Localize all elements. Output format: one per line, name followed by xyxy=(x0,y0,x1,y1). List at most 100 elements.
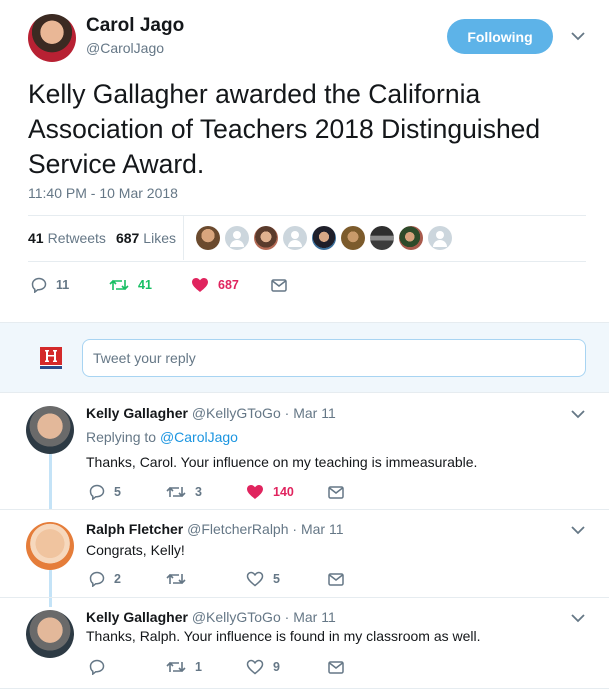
tweet-timestamp[interactable]: 11:40 PM - 10 Mar 2018 xyxy=(28,185,178,201)
reply-text: Thanks, Carol. Your influence on my teac… xyxy=(86,454,478,470)
reply-avatar[interactable] xyxy=(26,610,74,658)
message-action[interactable] xyxy=(328,660,353,674)
reply-action[interactable]: 2 xyxy=(89,571,166,587)
retweet-action[interactable]: 1 xyxy=(166,660,246,674)
retweet-action[interactable]: 3 xyxy=(166,485,246,499)
retweets-count: 41 xyxy=(28,230,44,246)
user-avatar[interactable] xyxy=(40,347,62,369)
like-count: 9 xyxy=(273,660,280,674)
reply-author-handle: @KellyGToGo xyxy=(191,609,281,625)
liker-avatar[interactable] xyxy=(225,226,249,250)
retweet-count: 3 xyxy=(195,485,202,499)
message-action[interactable] xyxy=(271,278,296,292)
replying-to-label: Replying to xyxy=(86,429,157,445)
reply-author-handle: @KellyGToGo xyxy=(191,405,281,421)
retweet-action[interactable]: 41 xyxy=(109,278,191,292)
liker-avatar[interactable] xyxy=(196,226,220,250)
retweets-stat[interactable]: 41 Retweets xyxy=(28,230,106,246)
stats-separator xyxy=(183,216,184,260)
chevron-down-icon[interactable] xyxy=(571,613,589,625)
message-action[interactable] xyxy=(328,572,353,586)
liker-avatar[interactable] xyxy=(399,226,423,250)
replying-to-link[interactable]: @CarolJago xyxy=(160,429,238,445)
like-action[interactable]: 5 xyxy=(246,571,328,587)
retweet-action[interactable] xyxy=(166,572,246,586)
chevron-down-icon[interactable] xyxy=(571,409,589,421)
reply-icon xyxy=(89,571,105,587)
retweet-icon xyxy=(166,573,186,585)
tweet-stats: 41 Retweets 687 Likes xyxy=(28,230,176,246)
liker-avatar[interactable] xyxy=(428,226,452,250)
logo-icon xyxy=(40,347,62,369)
reply-author[interactable]: Kelly Gallagher @KellyGToGo · Mar 11 xyxy=(86,405,336,421)
reply-author[interactable]: Ralph Fletcher @FletcherRalph · Mar 11 xyxy=(86,521,344,537)
message-icon xyxy=(271,278,287,292)
retweets-label: Retweets xyxy=(47,230,106,246)
retweet-icon xyxy=(166,486,186,498)
reply-text: Congrats, Kelly! xyxy=(86,542,185,558)
retweet-count: 1 xyxy=(195,660,202,674)
divider xyxy=(0,509,609,510)
heart-icon xyxy=(246,571,264,587)
like-count: 687 xyxy=(218,278,239,292)
reply-date[interactable]: · Mar 11 xyxy=(285,609,336,625)
reply-author-handle: @FletcherRalph xyxy=(187,521,289,537)
following-button[interactable]: Following xyxy=(447,19,553,54)
reply-count: 11 xyxy=(56,278,70,292)
like-action[interactable]: 140 xyxy=(246,484,328,500)
reply-avatar[interactable] xyxy=(26,522,74,570)
like-action[interactable]: 687 xyxy=(191,277,271,293)
chevron-down-icon[interactable] xyxy=(571,525,589,537)
reply-action[interactable]: 11 xyxy=(31,277,109,293)
thread-connector xyxy=(49,570,52,607)
reply-icon xyxy=(31,277,47,293)
reply-action[interactable] xyxy=(89,659,166,675)
reply-author[interactable]: Kelly Gallagher @KellyGToGo · Mar 11 xyxy=(86,609,336,625)
message-icon xyxy=(328,572,344,586)
divider xyxy=(0,597,609,598)
author-name[interactable]: Carol Jago xyxy=(86,15,184,37)
reply-action[interactable]: 5 xyxy=(89,484,166,500)
like-count: 140 xyxy=(273,485,294,499)
message-action[interactable] xyxy=(328,485,353,499)
divider xyxy=(28,261,586,262)
reply-date[interactable]: · Mar 11 xyxy=(292,521,343,537)
reply-author-name: Kelly Gallagher xyxy=(86,405,188,421)
liker-avatar[interactable] xyxy=(341,226,365,250)
likes-stat[interactable]: 687 Likes xyxy=(116,230,176,246)
reply-count: 5 xyxy=(114,485,121,499)
tweet-text: Kelly Gallagher awarded the California A… xyxy=(28,79,541,179)
liker-avatar[interactable] xyxy=(370,226,394,250)
reply-text: Thanks, Ralph. Your influence is found i… xyxy=(86,628,481,644)
replying-to: Replying to @CarolJago xyxy=(86,429,238,445)
liker-avatar[interactable] xyxy=(254,226,278,250)
divider xyxy=(0,688,609,689)
retweet-count: 41 xyxy=(138,278,152,292)
reply-actions: 1 9 xyxy=(89,659,353,675)
reply-actions: 2 5 xyxy=(89,571,353,587)
likes-label: Likes xyxy=(143,230,176,246)
reply-icon xyxy=(89,659,105,675)
retweet-icon xyxy=(109,279,129,291)
liker-avatar[interactable] xyxy=(283,226,307,250)
liker-avatar[interactable] xyxy=(312,226,336,250)
author-handle[interactable]: @CarolJago xyxy=(86,40,164,56)
like-count: 5 xyxy=(273,572,280,586)
liker-avatars xyxy=(196,226,452,250)
reply-count: 2 xyxy=(114,572,121,586)
message-icon xyxy=(328,660,344,674)
like-action[interactable]: 9 xyxy=(246,659,328,675)
heart-icon xyxy=(192,278,208,292)
likes-count: 687 xyxy=(115,230,140,246)
message-icon xyxy=(328,485,344,499)
chevron-down-icon[interactable] xyxy=(571,31,589,43)
reply-input[interactable]: Tweet your reply xyxy=(82,339,586,377)
reply-date[interactable]: · Mar 11 xyxy=(285,405,336,421)
thread-connector xyxy=(49,454,52,509)
reply-avatar[interactable] xyxy=(26,406,74,454)
heart-icon xyxy=(247,485,263,499)
reply-author-name: Ralph Fletcher xyxy=(86,521,184,537)
heart-icon xyxy=(246,659,264,675)
reply-icon xyxy=(89,484,105,500)
author-avatar[interactable] xyxy=(28,14,76,62)
